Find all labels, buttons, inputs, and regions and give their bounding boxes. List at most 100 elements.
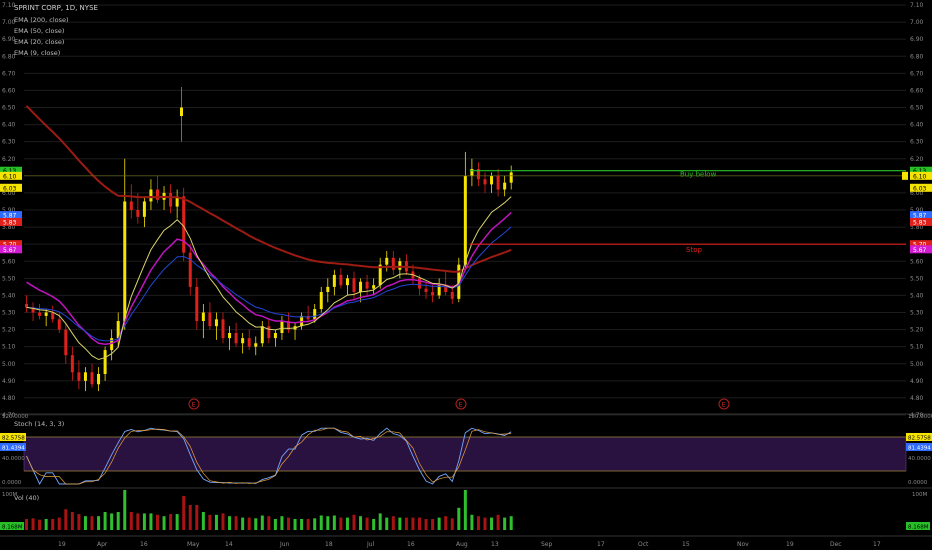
- stoch-marker-text-left: 82.5758: [2, 436, 25, 442]
- price-marker-text-right: 5.83: [913, 219, 927, 226]
- time-tick: 17: [873, 541, 881, 548]
- volume-bar: [103, 512, 107, 530]
- volume-bar: [391, 516, 395, 530]
- candle-body: [156, 189, 159, 200]
- price-tick-left: 6.50: [2, 105, 16, 112]
- volume-bar: [156, 514, 159, 530]
- candle-body: [70, 355, 74, 373]
- stoch-marker-text-left: 81.4394: [2, 446, 25, 452]
- price-tick-left: 6.70: [2, 70, 16, 77]
- chart-canvas[interactable]: 7.10 7.107.00 7.006.90 6.906.80 6.806.70 6.70…: [0, 0, 932, 550]
- volume-bar: [496, 514, 500, 530]
- volume-bar: [404, 517, 408, 530]
- candle-body: [221, 319, 225, 339]
- volume-bar: [129, 512, 133, 530]
- candle-body: [77, 372, 81, 381]
- time-tick: Oct: [638, 541, 649, 548]
- candle-body: [57, 319, 61, 330]
- volume-bar: [483, 517, 487, 530]
- price-tick-left: 4.90: [2, 378, 16, 385]
- volume-bar: [365, 517, 369, 530]
- time-tick: Nov: [737, 541, 749, 548]
- stoch-marker-text-right: 81.4394: [908, 446, 931, 452]
- price-tick-left: 5.10: [2, 344, 16, 351]
- volume-bar: [450, 518, 454, 530]
- price-tick-left: 6.30: [2, 139, 16, 146]
- price-tick-right: 4.90: [910, 378, 924, 385]
- volume-bar: [116, 512, 120, 530]
- volume-bar: [372, 519, 376, 530]
- time-tick: 17: [597, 541, 605, 548]
- chart-title: SPRINT CORP, 1D, NYSE: [14, 4, 98, 12]
- volume-bar: [319, 515, 323, 530]
- volume-bar: [345, 517, 349, 530]
- volume-bar: [83, 516, 87, 530]
- volume-bar: [293, 519, 297, 530]
- candle-body: [83, 372, 87, 381]
- candle-body: [483, 179, 487, 185]
- stop-level-label: Stop: [686, 246, 702, 254]
- volume-bar: [38, 519, 42, 530]
- time-tick: 19: [786, 541, 794, 548]
- volume-bar: [142, 513, 146, 530]
- volume-bar: [51, 519, 55, 530]
- candle-body: [496, 175, 500, 190]
- price-tick-right: 5.30: [910, 310, 924, 317]
- volume-bar: [188, 505, 192, 530]
- volume-marker-text-left: 8.168M: [2, 525, 23, 531]
- price-tick-right: 6.50: [910, 105, 924, 112]
- candle-body: [51, 312, 55, 320]
- volume-bar: [313, 518, 317, 530]
- volume-bar: [195, 505, 199, 530]
- candle-body: [280, 321, 284, 333]
- candle-body: [182, 196, 186, 253]
- candle-body: [431, 292, 435, 296]
- price-tick-right: 5.60: [910, 258, 924, 265]
- price-tick-left: 5.20: [2, 327, 16, 334]
- candle-body: [149, 189, 153, 202]
- price-tick-right: 7.00: [910, 19, 924, 26]
- candle-body: [359, 281, 363, 292]
- candle-body: [313, 309, 317, 320]
- candle-body: [241, 338, 245, 344]
- volume-bar: [64, 509, 68, 530]
- stoch-tick-left: 0.0000: [2, 480, 22, 486]
- price-tick-right: 6.60: [910, 87, 924, 94]
- price-tick-right: 6.30: [910, 139, 924, 146]
- time-tick: 15: [682, 541, 690, 548]
- price-tick-left: 5.60: [2, 258, 16, 265]
- volume-bar: [70, 512, 74, 530]
- ema200-line: [25, 105, 512, 273]
- volume-bar: [110, 513, 114, 530]
- volume-bar: [509, 516, 513, 530]
- candle-body: [339, 274, 343, 286]
- candle-body: [273, 333, 277, 339]
- stoch-label: Stoch (14, 3, 3): [14, 420, 65, 428]
- volume-bar: [169, 514, 173, 530]
- indicator-ema20: EMA (20, close): [14, 38, 65, 46]
- candle-body: [490, 175, 494, 185]
- time-tick: 16: [140, 541, 148, 548]
- candle-body: [201, 312, 205, 322]
- volume-bar: [463, 490, 467, 530]
- candle-body: [90, 372, 94, 385]
- volume-bar: [208, 514, 212, 530]
- volume-bar: [136, 513, 140, 530]
- price-tick-right: 6.90: [910, 36, 924, 43]
- earnings-marker-label: E: [459, 402, 463, 409]
- time-tick: 13: [491, 541, 499, 548]
- volume-bar: [418, 517, 421, 530]
- indicator-ema9: EMA (9, close): [14, 49, 61, 57]
- volume-bar: [490, 517, 494, 530]
- last-price-flag: [902, 171, 908, 180]
- candle-body: [345, 278, 349, 286]
- candle-body: [195, 286, 199, 322]
- candle-body: [208, 312, 212, 327]
- price-marker-text-left: 6.10: [3, 173, 17, 180]
- volume-bar: [339, 517, 343, 530]
- volume-bar: [306, 519, 310, 530]
- volume-bar: [254, 518, 258, 530]
- price-tick-left: 6.20: [2, 156, 16, 163]
- volume-bar: [90, 516, 94, 530]
- buy-level-label: Buy below: [680, 171, 717, 179]
